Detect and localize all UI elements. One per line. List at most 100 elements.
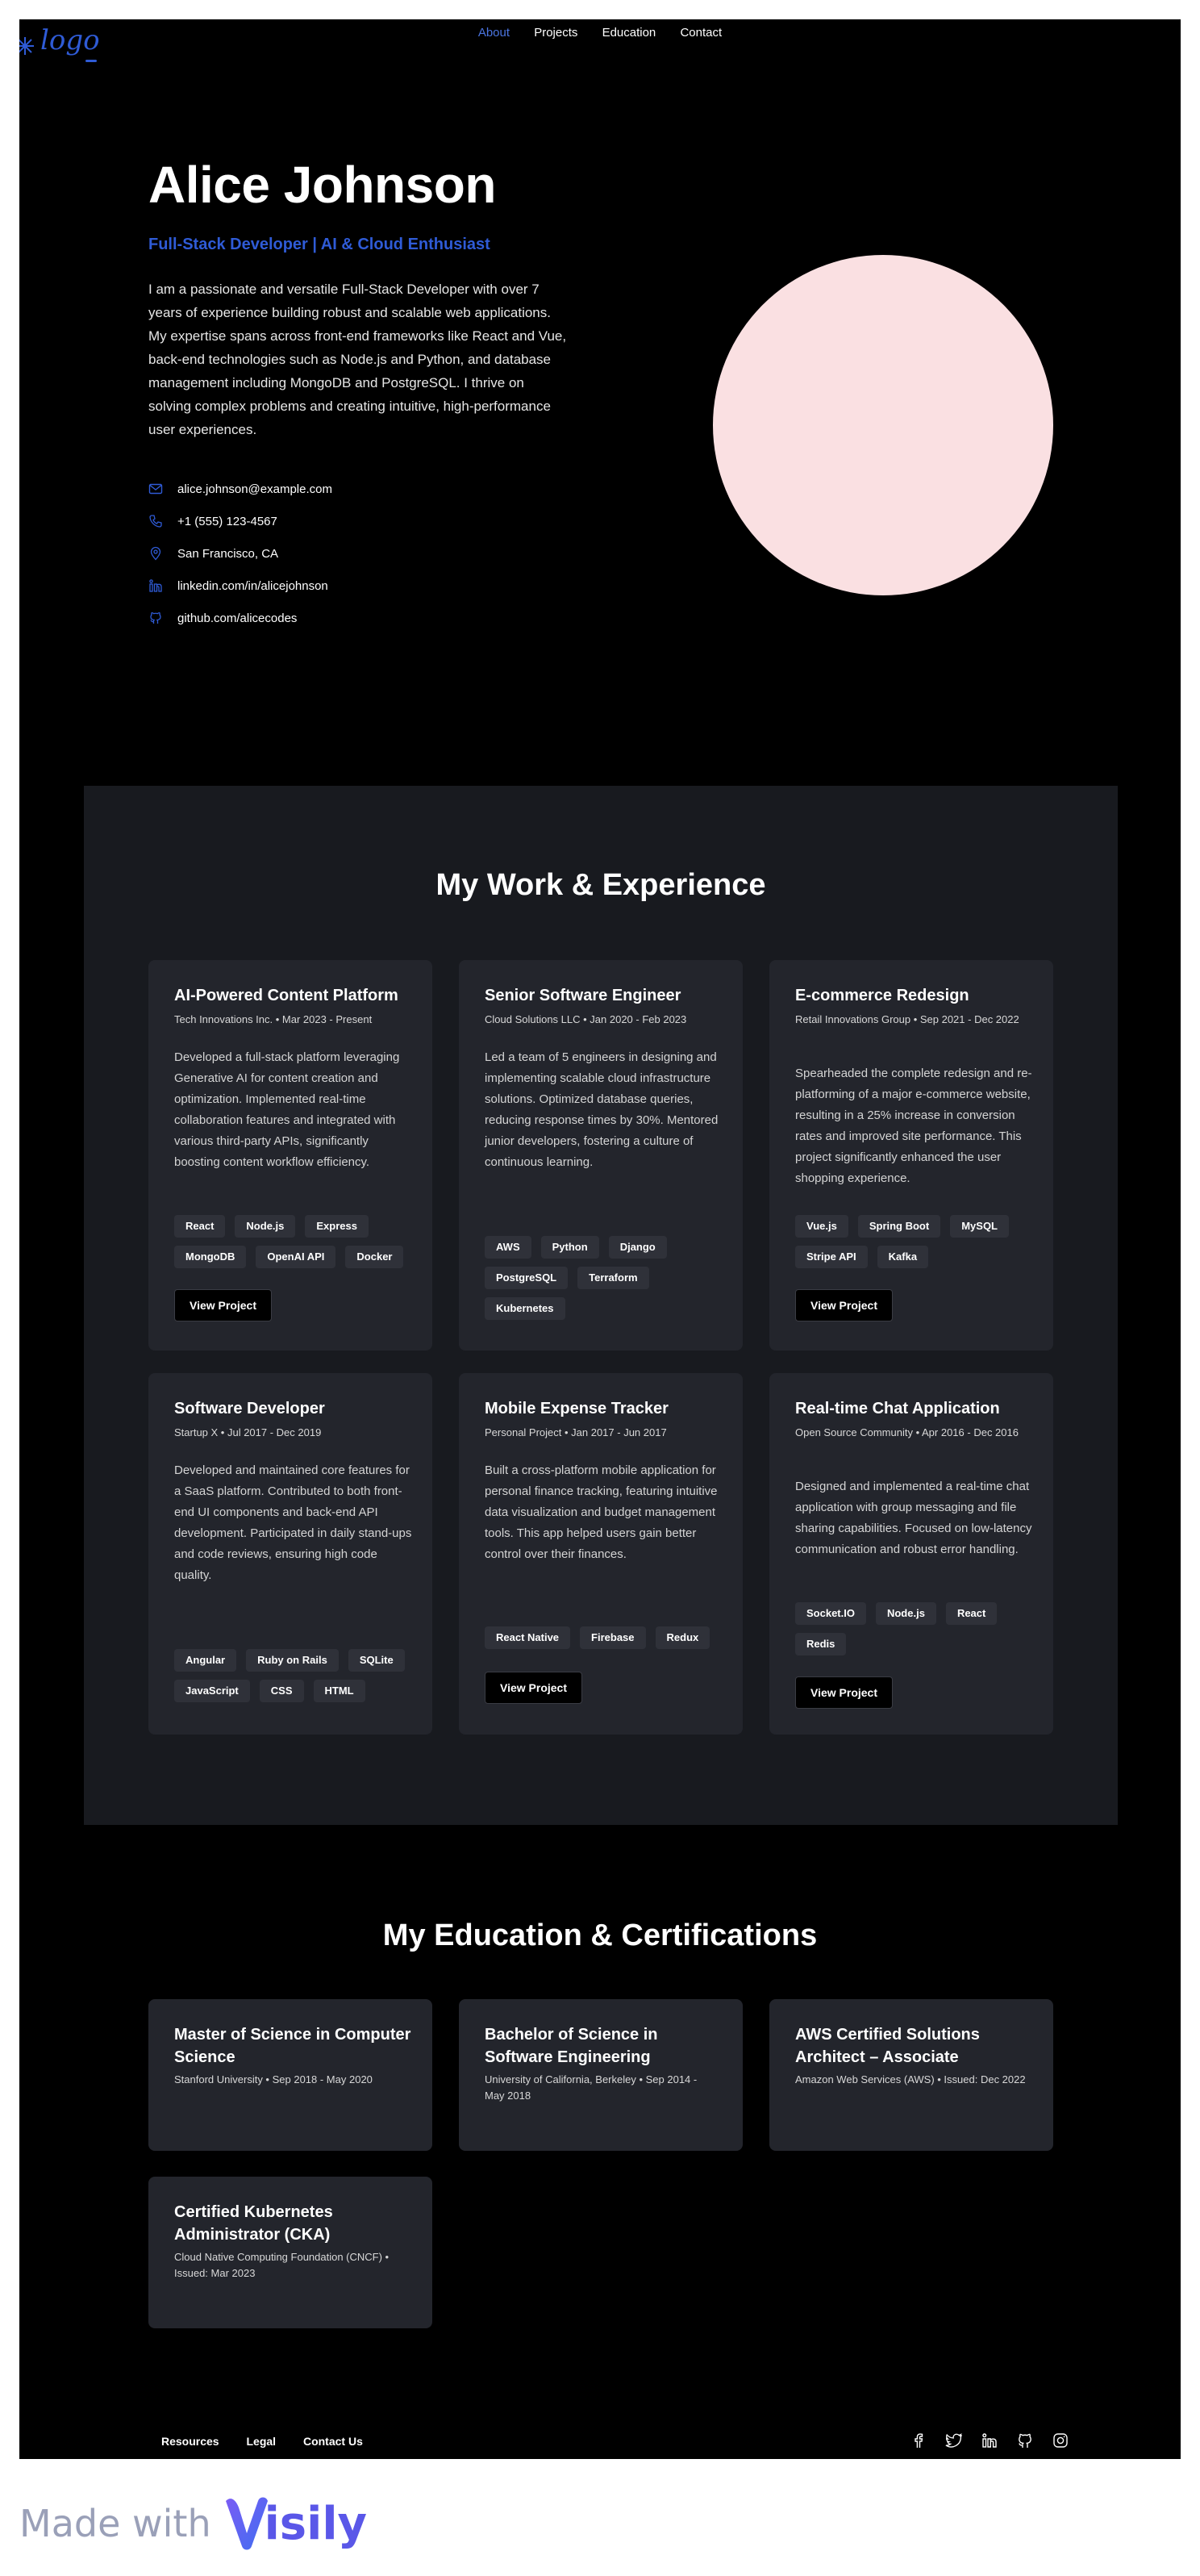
tag: Django: [608, 1236, 667, 1259]
contact-linkedin-text: linkedin.com/in/alicejohnson: [177, 578, 328, 593]
phone-icon: [148, 514, 163, 528]
tag-list: AWS Python Django PostgreSQL Terraform K…: [485, 1236, 727, 1320]
education-meta: University of California, Berkeley • Sep…: [485, 2073, 698, 2102]
instagram-icon[interactable]: [1052, 2432, 1069, 2449]
contact-email[interactable]: alice.johnson@example.com: [148, 473, 332, 505]
footer-links: Resources Legal Contact Us: [161, 2435, 387, 2448]
footer-link-contact[interactable]: Contact Us: [303, 2435, 363, 2448]
card-title: Software Developer: [174, 1400, 325, 1417]
facebook-icon[interactable]: [910, 2432, 927, 2449]
education-title: Certified Kubernetes Administrator (CKA): [174, 2203, 333, 2244]
made-with-badge[interactable]: Made with isily: [19, 2483, 367, 2564]
tag: React Native: [485, 1626, 571, 1649]
education-card: Master of Science in Computer Science St…: [148, 1999, 432, 2151]
tag-list: React Node.js Express MongoDB OpenAI API…: [174, 1215, 416, 1268]
nav-education[interactable]: Education: [602, 26, 656, 40]
github-icon: [148, 611, 163, 625]
tag: Socket.IO: [795, 1602, 866, 1625]
card-description: Developed and maintained core features f…: [174, 1463, 412, 1582]
visily-wordmark: isily: [264, 2497, 368, 2550]
tag: Stripe API: [795, 1246, 868, 1268]
view-project-button[interactable]: View Project: [795, 1676, 894, 1709]
tag: Spring Boot: [857, 1215, 941, 1238]
card-meta: Cloud Solutions LLC • Jan 2020 - Feb 202…: [485, 1013, 687, 1025]
github-icon[interactable]: [1016, 2432, 1034, 2449]
card-meta: Tech Innovations Inc. • Mar 2023 - Prese…: [174, 1013, 373, 1025]
nav-about[interactable]: About: [478, 26, 510, 40]
work-card: E-commerce Redesign Retail Innovations G…: [769, 960, 1053, 1351]
contact-linkedin[interactable]: linkedin.com/in/alicejohnson: [148, 570, 332, 602]
nav-contact[interactable]: Contact: [680, 26, 722, 40]
tag: Python: [540, 1236, 599, 1259]
card-title: AI-Powered Content Platform: [174, 987, 398, 1004]
tag: MySQL: [950, 1215, 1010, 1238]
view-project-button[interactable]: View Project: [174, 1289, 273, 1321]
contact-github[interactable]: github.com/alicecodes: [148, 602, 332, 634]
view-project-button[interactable]: View Project: [485, 1672, 583, 1704]
nav-projects[interactable]: Projects: [534, 26, 577, 40]
work-card: Mobile Expense Tracker Personal Project …: [459, 1373, 743, 1735]
card-meta: Open Source Community • Apr 2016 - Dec 2…: [795, 1426, 1019, 1438]
hero-bio: I am a passionate and versatile Full-Sta…: [148, 282, 567, 437]
map-pin-icon: [148, 546, 163, 561]
tag: MongoDB: [174, 1246, 247, 1268]
contact-email-text: alice.johnson@example.com: [177, 482, 332, 496]
education-meta: Cloud Native Computing Foundation (CNCF)…: [174, 2251, 390, 2279]
tag-list: Vue.js Spring Boot MySQL Stripe API Kafk…: [795, 1215, 1037, 1268]
card-description: Designed and implemented a real-time cha…: [795, 1480, 1032, 1556]
hero-name: Alice Johnson: [148, 156, 496, 214]
contact-github-text: github.com/alicecodes: [177, 611, 298, 625]
tag: CSS: [259, 1680, 304, 1702]
work-card: Senior Software Engineer Cloud Solutions…: [459, 960, 743, 1351]
mail-icon: [148, 482, 163, 496]
card-description: Developed a full-stack platform leveragi…: [174, 1050, 400, 1169]
tag: React: [945, 1602, 998, 1625]
education-meta: Amazon Web Services (AWS) • Issued: Dec …: [795, 2073, 1026, 2085]
made-with-label: Made with: [19, 2502, 211, 2545]
work-card: Software Developer Startup X • Jul 2017 …: [148, 1373, 432, 1735]
tag: OpenAI API: [256, 1246, 336, 1268]
education-section-title: My Education & Certifications: [382, 1918, 818, 1952]
card-title: Mobile Expense Tracker: [485, 1400, 669, 1417]
tag: Node.js: [875, 1602, 936, 1625]
work-card: AI-Powered Content Platform Tech Innovat…: [148, 960, 432, 1351]
footer-link-legal[interactable]: Legal: [246, 2435, 276, 2448]
work-section: My Work & Experience AI-Powered Content …: [84, 786, 1118, 1825]
tag: Redis: [795, 1633, 847, 1655]
contact-list: alice.johnson@example.com +1 (555) 123-4…: [148, 473, 332, 634]
card-title: E-commerce Redesign: [795, 987, 969, 1004]
linkedin-icon[interactable]: [981, 2432, 998, 2449]
education-card: Bachelor of Science in Software Engineer…: [459, 1999, 743, 2151]
tag: React: [174, 1215, 226, 1238]
tag: Redux: [655, 1626, 710, 1649]
card-description: Led a team of 5 engineers in designing a…: [485, 1050, 719, 1169]
tag: Kafka: [877, 1246, 929, 1268]
tag: PostgreSQL: [485, 1267, 569, 1289]
contact-phone[interactable]: +1 (555) 123-4567: [148, 505, 332, 537]
education-card: Certified Kubernetes Administrator (CKA)…: [148, 2177, 432, 2328]
profile-photo: [713, 255, 1053, 595]
twitter-icon[interactable]: [945, 2432, 963, 2449]
tag: Docker: [345, 1246, 404, 1268]
card-meta: Startup X • Jul 2017 - Dec 2019: [174, 1426, 322, 1438]
logo-underline: [85, 60, 97, 62]
footer-link-resources[interactable]: Resources: [161, 2435, 219, 2448]
education-title: Master of Science in Computer Science: [174, 2026, 411, 2066]
tag: Vue.js: [795, 1215, 848, 1238]
portfolio-page: logo About Projects Education Contact Al…: [19, 19, 1181, 2459]
card-title: Real-time Chat Application: [795, 1400, 1000, 1417]
social-links: [910, 2432, 1069, 2449]
contact-location: San Francisco, CA: [148, 537, 332, 570]
contact-location-text: San Francisco, CA: [177, 546, 279, 561]
tag-list: Socket.IO Node.js React Redis: [795, 1602, 1037, 1655]
contact-phone-text: +1 (555) 123-4567: [177, 514, 277, 528]
tag-list: React Native Firebase Redux: [485, 1626, 727, 1649]
visily-logo: isily: [223, 2493, 367, 2554]
main-nav: About Projects Education Contact: [19, 26, 1181, 40]
education-card: AWS Certified Solutions Architect – Asso…: [769, 1999, 1053, 2151]
card-description: Spearheaded the complete redesign and re…: [795, 1067, 1032, 1185]
tag: JavaScript: [174, 1680, 250, 1702]
work-card: Real-time Chat Application Open Source C…: [769, 1373, 1053, 1735]
view-project-button[interactable]: View Project: [795, 1289, 894, 1321]
tag: Angular: [174, 1649, 237, 1672]
